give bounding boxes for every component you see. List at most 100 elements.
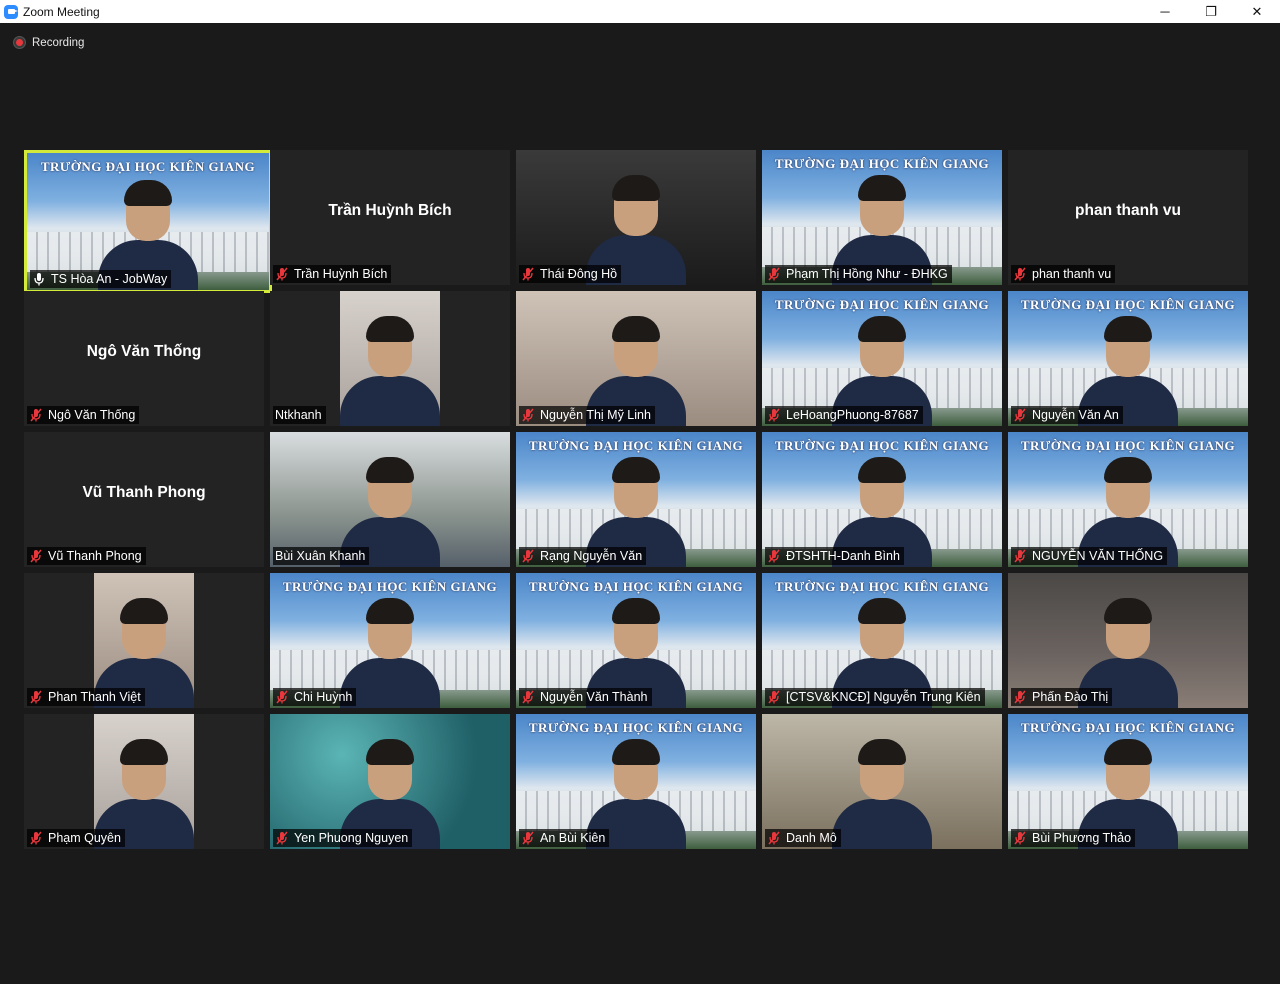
participant-display-name: Vũ Thanh Phong: [82, 483, 206, 501]
participant-name-label: Ntkhanh: [273, 406, 326, 424]
participant-name: Yen Phuong Nguyen: [294, 831, 409, 845]
window-title: Zoom Meeting: [23, 4, 100, 19]
participant-tile[interactable]: Phan Thanh Việt: [24, 573, 264, 708]
participant-name: ĐTSHTH-Danh Bình: [786, 549, 900, 563]
virtual-background-banner: TRƯỜNG ĐẠI HỌC KIÊN GIANG: [528, 579, 744, 594]
mic-muted-icon: [276, 690, 288, 704]
mic-muted-icon: [1014, 267, 1026, 281]
participant-tile[interactable]: Phạm Quyên: [24, 714, 264, 849]
participant-name-label: Danh Mô: [765, 829, 841, 847]
participant-name-label: LeHoangPhuong-87687: [765, 406, 923, 424]
participant-tile[interactable]: Thái Đông Hồ: [516, 150, 756, 285]
gallery-view: TRƯỜNG ĐẠI HỌC KIÊN GIANG TS Hòa An - Job…: [24, 150, 1256, 856]
participant-name-label: Rạng Nguyễn Văn: [519, 547, 647, 565]
close-button[interactable]: ✕: [1234, 0, 1280, 23]
participant-tile[interactable]: Trần Huỳnh Bích Trần Huỳnh Bích: [270, 150, 510, 285]
participant-tile[interactable]: Vũ Thanh Phong Vũ Thanh Phong: [24, 432, 264, 567]
participant-display-name: phan thanh vu: [1075, 201, 1181, 219]
participant-tile[interactable]: TRƯỜNG ĐẠI HỌC KIÊN GIANG An Bùi Kiên: [516, 714, 756, 849]
restore-button[interactable]: ❐: [1188, 0, 1234, 23]
participant-name: Chi Huỳnh: [294, 690, 353, 704]
participant-name: Nguyễn Văn An: [1032, 408, 1119, 422]
participant-name: Danh Mô: [786, 831, 837, 845]
participant-name: LeHoangPhuong-87687: [786, 408, 919, 422]
participant-name-label: An Bùi Kiên: [519, 829, 610, 847]
mic-muted-icon: [1014, 549, 1026, 563]
participant-name-label: Phạm Thị Hồng Như - ĐHKG: [765, 265, 952, 283]
participant-name: Phạm Quyên: [48, 831, 121, 845]
participant-tile[interactable]: TRƯỜNG ĐẠI HỌC KIÊN GIANG Bùi Phương Thảo: [1008, 714, 1248, 849]
mic-muted-icon: [768, 831, 780, 845]
mic-icon: [33, 272, 45, 286]
participant-display-name: Ngô Văn Thống: [86, 342, 202, 360]
mic-muted-icon: [522, 690, 534, 704]
minimize-button[interactable]: ─: [1142, 0, 1188, 23]
participant-name-label: Ngô Văn Thống: [27, 406, 140, 424]
participant-name: Nguyễn Văn Thành: [540, 690, 648, 704]
title-bar: Zoom Meeting ─ ❐ ✕: [0, 0, 1280, 23]
mic-muted-icon: [768, 690, 780, 704]
participant-name: Bùi Xuân Khanh: [275, 549, 366, 563]
virtual-background-banner: TRƯỜNG ĐẠI HỌC KIÊN GIANG: [282, 579, 498, 594]
participant-tile[interactable]: TRƯỜNG ĐẠI HỌC KIÊN GIANG [CTSV&KNCĐ] Ngu…: [762, 573, 1002, 708]
participant-tile[interactable]: Danh Mô: [762, 714, 1002, 849]
participant-name-label: Thái Đông Hồ: [519, 265, 622, 283]
virtual-background-banner: TRƯỜNG ĐẠI HỌC KIÊN GIANG: [1020, 720, 1236, 735]
mic-muted-icon: [276, 267, 288, 281]
participant-name-label: Nguyễn Văn An: [1011, 406, 1123, 424]
participant-name-label: Yen Phuong Nguyen: [273, 829, 413, 847]
participant-name-label: phan thanh vu: [1011, 265, 1116, 283]
participant-tile[interactable]: Phấn Đào Thị: [1008, 573, 1248, 708]
participant-tile[interactable]: Nguyễn Thị Mỹ Linh: [516, 291, 756, 426]
participant-name-label: Phan Thanh Việt: [27, 688, 145, 706]
mic-muted-icon: [276, 831, 288, 845]
mic-muted-icon: [30, 831, 42, 845]
virtual-background-banner: TRƯỜNG ĐẠI HỌC KIÊN GIANG: [528, 720, 744, 735]
participant-tile[interactable]: TRƯỜNG ĐẠI HỌC KIÊN GIANG Rạng Nguyễn Văn: [516, 432, 756, 567]
participant-name-label: Phấn Đào Thị: [1011, 688, 1113, 706]
participant-tile[interactable]: TRƯỜNG ĐẠI HỌC KIÊN GIANG LeHoangPhuong-8…: [762, 291, 1002, 426]
participant-tile[interactable]: TRƯỜNG ĐẠI HỌC KIÊN GIANG NGUYỄN VĂN THỐN…: [1008, 432, 1248, 567]
participant-tile[interactable]: Bùi Xuân Khanh: [270, 432, 510, 567]
participant-tile[interactable]: Yen Phuong Nguyen: [270, 714, 510, 849]
participant-name-label: Bùi Xuân Khanh: [273, 547, 370, 565]
participant-name: An Bùi Kiên: [540, 831, 606, 845]
participant-name: NGUYỄN VĂN THỐNG: [1032, 549, 1164, 563]
participant-name-label: Nguyễn Thị Mỹ Linh: [519, 406, 655, 424]
mic-muted-icon: [768, 549, 780, 563]
virtual-background-banner: TRƯỜNG ĐẠI HỌC KIÊN GIANG: [774, 438, 990, 453]
participant-name-label: ĐTSHTH-Danh Bình: [765, 547, 904, 565]
participant-name: Phạm Thị Hồng Như - ĐHKG: [786, 267, 948, 281]
participant-name: Phấn Đào Thị: [1032, 690, 1109, 704]
mic-muted-icon: [522, 267, 534, 281]
record-icon: [13, 36, 26, 49]
participant-tile[interactable]: phan thanh vu phan thanh vu: [1008, 150, 1248, 285]
participant-name: Thái Đông Hồ: [540, 267, 618, 281]
mic-muted-icon: [522, 831, 534, 845]
participant-name-label: Nguyễn Văn Thành: [519, 688, 652, 706]
participant-name: phan thanh vu: [1032, 267, 1112, 281]
virtual-background-banner: TRƯỜNG ĐẠI HỌC KIÊN GIANG: [1020, 438, 1236, 453]
participant-tile[interactable]: TRƯỜNG ĐẠI HỌC KIÊN GIANG TS Hòa An - Job…: [24, 150, 272, 293]
participant-name-label: Chi Huỳnh: [273, 688, 357, 706]
participant-tile[interactable]: TRƯỜNG ĐẠI HỌC KIÊN GIANG Chi Huỳnh: [270, 573, 510, 708]
virtual-background-banner: TRƯỜNG ĐẠI HỌC KIÊN GIANG: [40, 159, 256, 174]
virtual-background-banner: TRƯỜNG ĐẠI HỌC KIÊN GIANG: [1020, 297, 1236, 312]
participant-tile[interactable]: TRƯỜNG ĐẠI HỌC KIÊN GIANG Phạm Thị Hồng N…: [762, 150, 1002, 285]
virtual-background-banner: TRƯỜNG ĐẠI HỌC KIÊN GIANG: [774, 579, 990, 594]
participant-name-label: Bùi Phương Thảo: [1011, 829, 1136, 847]
participant-name: [CTSV&KNCĐ] Nguyễn Trung Kiên: [786, 690, 981, 704]
participant-display-name: Trần Huỳnh Bích: [328, 201, 452, 219]
participant-video-figure: [335, 316, 445, 426]
mic-muted-icon: [30, 408, 42, 422]
participant-tile[interactable]: TRƯỜNG ĐẠI HỌC KIÊN GIANG ĐTSHTH-Danh Bìn…: [762, 432, 1002, 567]
participant-tile[interactable]: TRƯỜNG ĐẠI HỌC KIÊN GIANG Nguyễn Văn Thàn…: [516, 573, 756, 708]
participant-tile[interactable]: Ntkhanh: [270, 291, 510, 426]
participant-tile[interactable]: Ngô Văn Thống Ngô Văn Thống: [24, 291, 264, 426]
recording-indicator[interactable]: Recording: [13, 36, 84, 49]
participant-tile[interactable]: TRƯỜNG ĐẠI HỌC KIÊN GIANG Nguyễn Văn An: [1008, 291, 1248, 426]
mic-muted-icon: [30, 549, 42, 563]
virtual-background-banner: TRƯỜNG ĐẠI HỌC KIÊN GIANG: [774, 297, 990, 312]
participant-name: Nguyễn Thị Mỹ Linh: [540, 408, 651, 422]
participant-name-label: Vũ Thanh Phong: [27, 547, 146, 565]
